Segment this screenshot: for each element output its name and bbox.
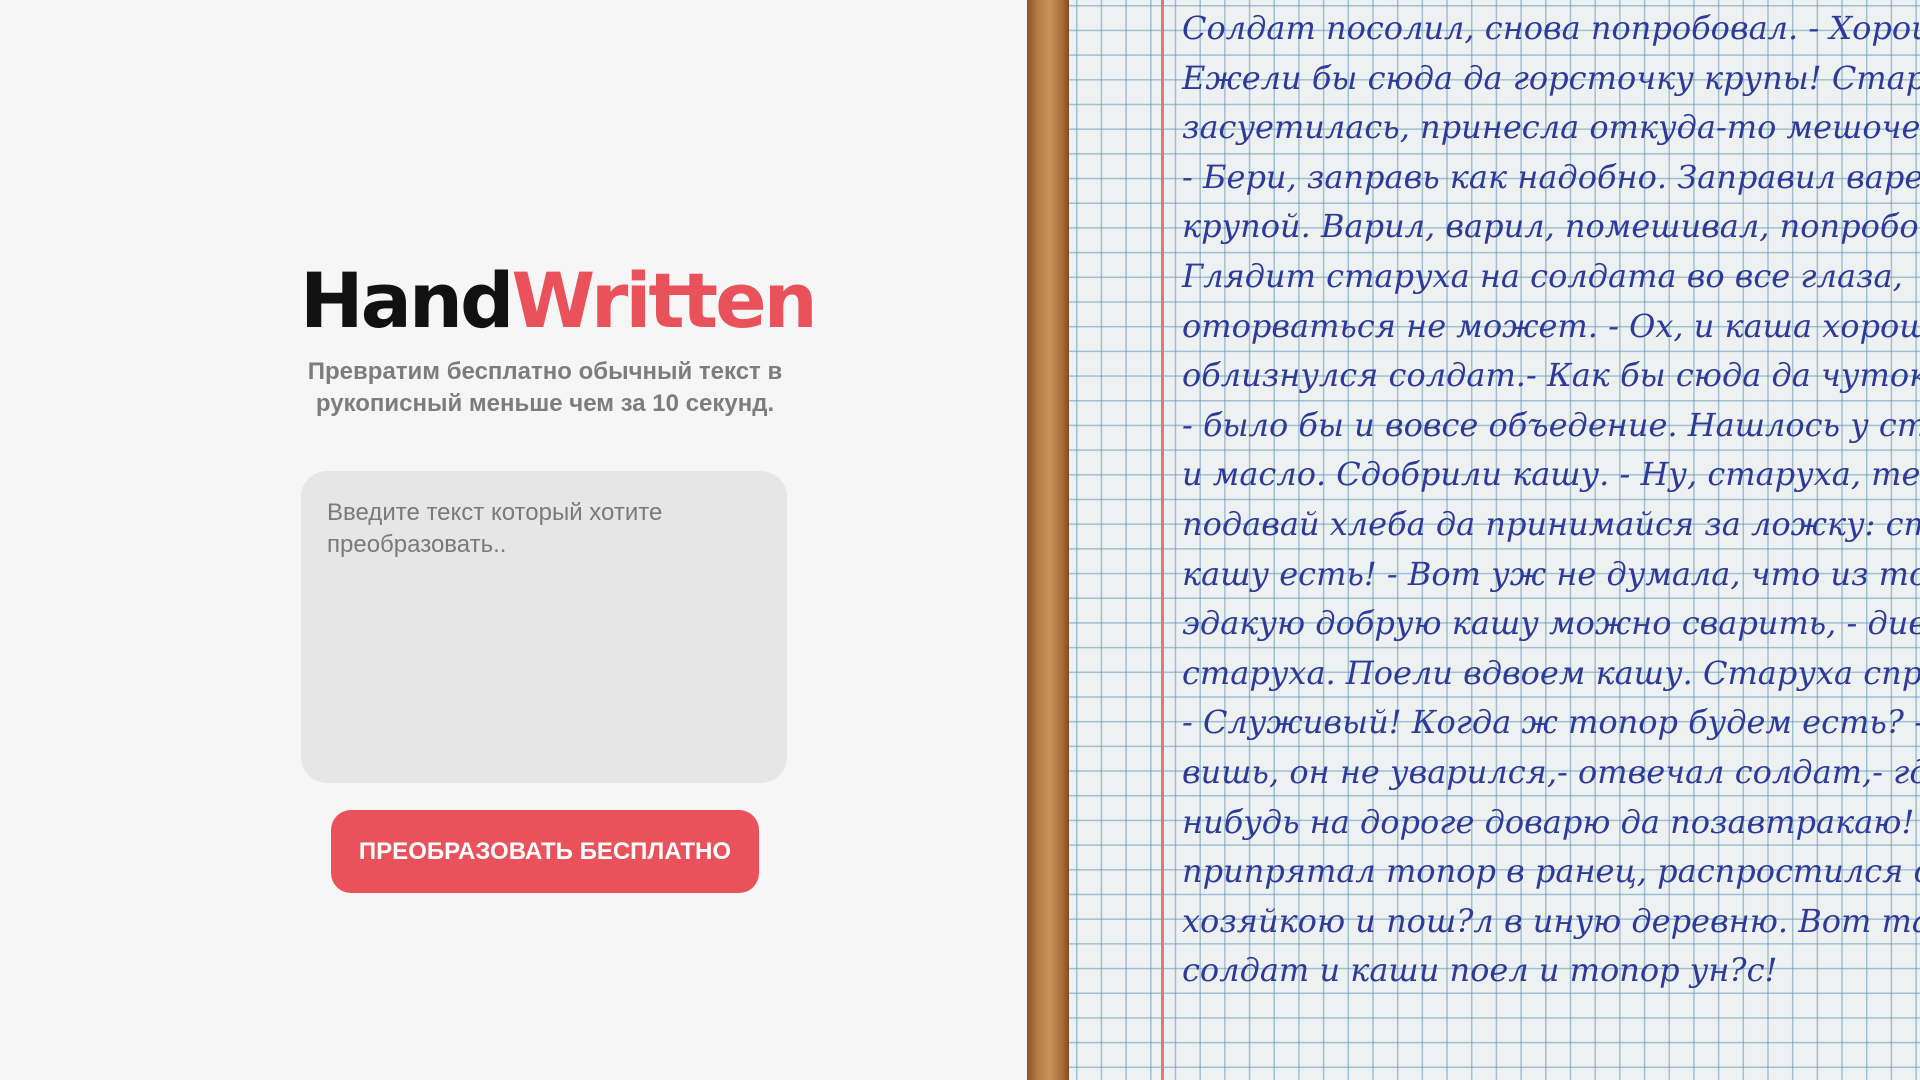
logo: HandWritten — [300, 256, 818, 346]
notebook-preview: Солдат посолил, снова попробовал. - Хоро… — [1069, 0, 1920, 1080]
handwritten-line: крупой. Варил, варил, помешивал, попробо… — [1182, 207, 1920, 246]
subtitle-line-2: рукописный меньше чем за 10 секунд. — [315, 390, 775, 417]
notebook-margin-line — [1161, 0, 1164, 1080]
text-input-container — [301, 471, 787, 783]
wood-background — [1027, 0, 1069, 1080]
handwritten-line: засуетилась, принесла откуда-то мешочек … — [1182, 108, 1920, 147]
handwritten-line: старуха. Поели вдвоем кашу. Старуха спра… — [1182, 653, 1920, 692]
handwritten-line: оторваться не может. - Ох, и каша хороша… — [1182, 306, 1920, 345]
logo-written: Written — [511, 256, 817, 345]
logo-hand: Hand — [300, 256, 514, 345]
handwritten-line: припрятал топор в ранец, распростился с — [1182, 852, 1920, 891]
handwritten-line: - было бы и вовсе объедение. Нашлось у с… — [1182, 405, 1920, 444]
handwritten-line: Солдат посолил, снова попробовал. - Хоро… — [1182, 9, 1920, 47]
handwritten-line: солдат и каши поел и топор ун?с! — [1182, 951, 1778, 990]
handwritten-line: Ежели бы сюда да горсточку крупы! Старух… — [1182, 58, 1920, 97]
handwritten-line: эдакую добрую кашу можно сварить, - диви… — [1182, 604, 1920, 643]
handwritten-line: нибудь на дороге доварю да позавтракаю! … — [1182, 802, 1920, 841]
handwritten-line: - Бери, заправь как надобно. Заправил ва… — [1182, 157, 1920, 196]
handwritten-line: вишь, он не уварился,- отвечал солдат,- … — [1182, 752, 1920, 791]
handwritten-text: Солдат посолил, снова попробовал. - Хоро… — [1182, 0, 1920, 996]
convert-button[interactable]: ПРЕОБРАЗОВАТЬ БЕСПЛАТНО — [331, 810, 759, 893]
converter-panel: HandWritten Превратим бесплатно обычный … — [0, 0, 1027, 1080]
handwritten-line: Глядит старуха на солдата во все глаза, — [1182, 256, 1903, 295]
text-input[interactable] — [301, 471, 787, 783]
handwritten-line: подавай хлеба да принимайся за ложку: ст… — [1182, 504, 1920, 543]
handwritten-line: кашу есть! - Вот уж не думала, что из то… — [1182, 554, 1920, 593]
subtitle-line-1: Превратим бесплатно обычный текст в — [307, 358, 783, 385]
handwritten-line: облизнулся солдат.- Как бы сюда да чуток… — [1182, 356, 1920, 395]
handwritten-line: хозяйкою и пош?л в иную деревню. Вот так… — [1182, 901, 1920, 940]
handwritten-line: и масло. Сдобрили кашу. - Ну, старуха, т… — [1182, 455, 1920, 494]
handwritten-line: - Служивый! Когда ж топор будем есть? - … — [1182, 703, 1920, 742]
subtitle: Превратим бесплатно обычный текст в руко… — [280, 356, 810, 420]
